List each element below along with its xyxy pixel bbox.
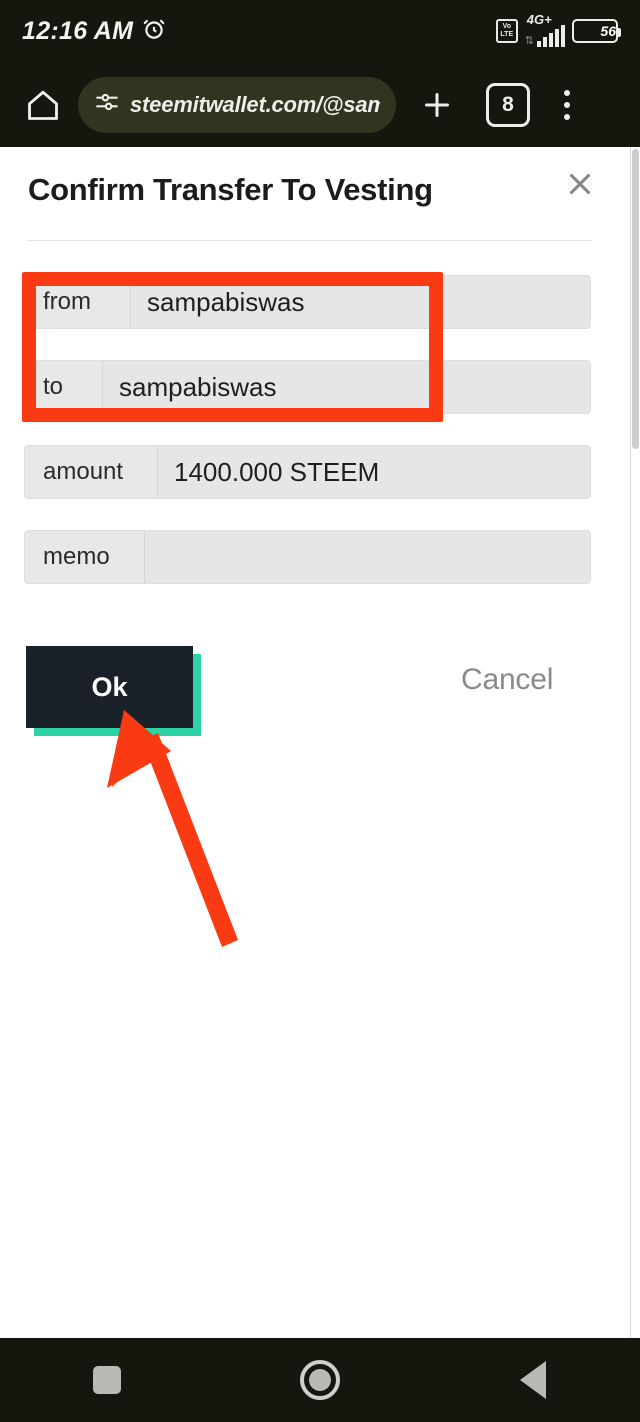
field-label-memo: memo [25,531,145,583]
recents-button[interactable] [17,1366,197,1394]
volte-icon: Vo LTE [495,19,518,43]
browser-toolbar: steemitwallet.com/@sampabis 8 [0,62,640,147]
field-row-to: to sampabiswas [24,360,591,414]
ok-button-wrapper: Ok [26,646,201,736]
network-type-text: 4G+ [526,12,552,27]
back-button[interactable] [443,1361,623,1399]
web-page-content: Confirm Transfer To Vesting from sampabi… [0,147,640,1338]
status-bar-right: Vo LTE 4G+ ⇅ 56 [495,12,621,47]
battery-percent-text: 56 [600,23,616,39]
page-scrollbar-track[interactable] [630,147,640,1338]
battery-icon: 56 [572,19,621,43]
volte-line1: Vo [502,23,511,30]
field-label-from: from [25,276,131,328]
field-value-amount: 1400.000 STEEM [158,446,590,498]
home-icon[interactable] [20,87,66,123]
status-bar-left: 12:16 AM [22,16,167,47]
alarm-clock-icon [141,16,167,47]
tab-counter-button[interactable]: 8 [486,82,530,127]
field-row-memo: memo [24,530,591,584]
home-button[interactable] [230,1360,410,1400]
close-icon[interactable] [558,162,602,206]
phone-screen: 12:16 AM Vo LTE 4G+ ⇅ 56 steemitwallet.c… [0,0,640,1422]
field-row-amount: amount 1400.000 STEEM [24,445,591,499]
volte-line2: LTE [500,31,514,38]
bars-group [537,25,565,47]
page-title: Confirm Transfer To Vesting [28,172,433,207]
field-row-from: from sampabiswas [24,275,591,329]
triangle-back-icon [520,1361,547,1399]
status-bar: 12:16 AM Vo LTE 4G+ ⇅ 56 [0,0,640,62]
ok-button[interactable]: Ok [26,646,193,728]
android-navigation-bar [0,1338,640,1422]
tab-count-text: 8 [502,92,514,116]
signal-bars-icon: 4G+ ⇅ [524,12,565,47]
cancel-button[interactable]: Cancel [461,663,553,697]
data-transfer-icon: ⇅ [524,35,534,47]
plus-icon[interactable] [406,87,468,123]
tune-icon[interactable] [94,89,120,120]
kebab-menu-icon[interactable] [544,89,590,120]
address-bar[interactable]: steemitwallet.com/@sampabis [78,76,396,133]
field-label-amount: amount [25,446,158,498]
field-value-to: sampabiswas [103,361,590,413]
field-label-to: to [25,361,103,413]
field-value-memo [145,531,590,583]
field-value-from: sampabiswas [131,276,590,328]
square-recents-icon [92,1366,121,1394]
header-divider [28,240,591,241]
url-text: steemitwallet.com/@sampabis [130,91,380,117]
page-scrollbar-thumb[interactable] [632,149,639,449]
clock-text: 12:16 AM [22,16,134,45]
circle-home-icon [299,1360,340,1400]
